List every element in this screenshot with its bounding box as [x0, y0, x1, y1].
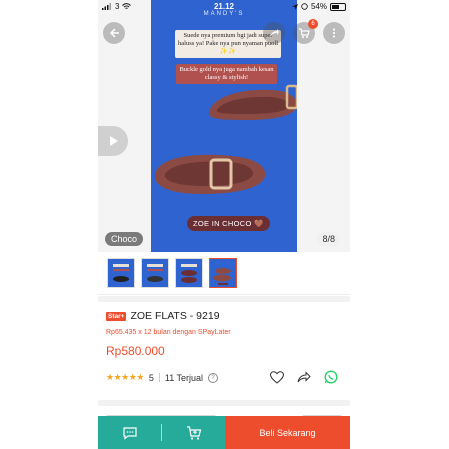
- rating-stars: ★★★★★: [106, 372, 144, 382]
- play-video-button[interactable]: [98, 126, 128, 156]
- more-vertical-icon: [332, 28, 336, 38]
- cart-count-badge: 6: [308, 19, 318, 29]
- shoe-image-bottom: [154, 154, 266, 194]
- product-actions: [270, 370, 338, 384]
- battery-icon: [330, 2, 346, 11]
- thumbnail-shoe-image: [213, 268, 231, 285]
- thumbnail-shoe-image: [147, 264, 163, 282]
- product-image-carousel[interactable]: MANDY'S Suede nya premium bgt jadi super…: [98, 0, 350, 252]
- battery-percent: 54%: [310, 2, 327, 11]
- share-icon: [270, 29, 279, 37]
- location-icon: [291, 3, 298, 10]
- photo-caption-3: ZOE IN CHOCO 🤎: [187, 216, 270, 231]
- shoe-image-top: [208, 84, 297, 120]
- product-price: Rp580.000: [106, 344, 165, 358]
- share-button[interactable]: [263, 22, 285, 44]
- title-row: Star+ ZOE FLATS - 9219: [106, 310, 220, 322]
- back-button[interactable]: [103, 22, 125, 44]
- add-to-cart-button[interactable]: [162, 416, 225, 449]
- product-screen: MANDY'S Suede nya premium bgt jadi super…: [98, 0, 350, 449]
- product-title: ZOE FLATS - 9219: [130, 310, 220, 322]
- more-menu-button[interactable]: [323, 22, 345, 44]
- thumbnail-item[interactable]: [107, 258, 135, 288]
- bottom-bar-separator: [161, 416, 162, 449]
- play-icon: [110, 136, 118, 146]
- status-right: 54%: [291, 2, 346, 11]
- cart-button[interactable]: 6: [293, 19, 318, 44]
- rating-divider: [158, 373, 160, 382]
- rating-value: 5: [148, 372, 154, 383]
- chat-button[interactable]: [98, 416, 161, 449]
- image-pager: 8/8: [317, 232, 340, 246]
- heart-icon[interactable]: [270, 370, 284, 384]
- thumbnail-item[interactable]: [141, 258, 169, 288]
- cart-icon: [299, 28, 310, 38]
- installment-info[interactable]: Rp65.435 x 12 bulan dengan SPayLater: [106, 329, 231, 336]
- product-info: Star+ ZOE FLATS - 9219 Rp65.435 x 12 bul…: [98, 302, 350, 400]
- share-icon[interactable]: [297, 370, 311, 384]
- star-plus-badge: Star+: [106, 311, 127, 321]
- thumbnail-item-active[interactable]: [209, 258, 237, 288]
- rating-row[interactable]: ★★★★★ 5 11 Terjual ?: [106, 372, 219, 383]
- add-to-cart-icon: [186, 425, 201, 440]
- chat-icon: [122, 426, 137, 440]
- bottom-action-bar: Beli Sekarang: [98, 416, 350, 449]
- thumbnail-strip: [98, 252, 350, 295]
- arrow-left-icon: [109, 28, 119, 38]
- status-bar: 3 21.12 54%: [98, 0, 350, 14]
- orientation-lock-icon: [301, 3, 308, 10]
- whatsapp-icon[interactable]: [324, 370, 338, 384]
- thumbnail-shoe-image: [113, 264, 129, 282]
- buy-now-button[interactable]: Beli Sekarang: [225, 416, 350, 449]
- help-icon[interactable]: ?: [208, 372, 219, 383]
- thumbnail-shoe-image: [181, 264, 197, 283]
- variant-label-chip: Choco: [105, 232, 144, 246]
- sold-count: 11 Terjual: [164, 372, 204, 383]
- thumbnail-item[interactable]: [175, 258, 203, 288]
